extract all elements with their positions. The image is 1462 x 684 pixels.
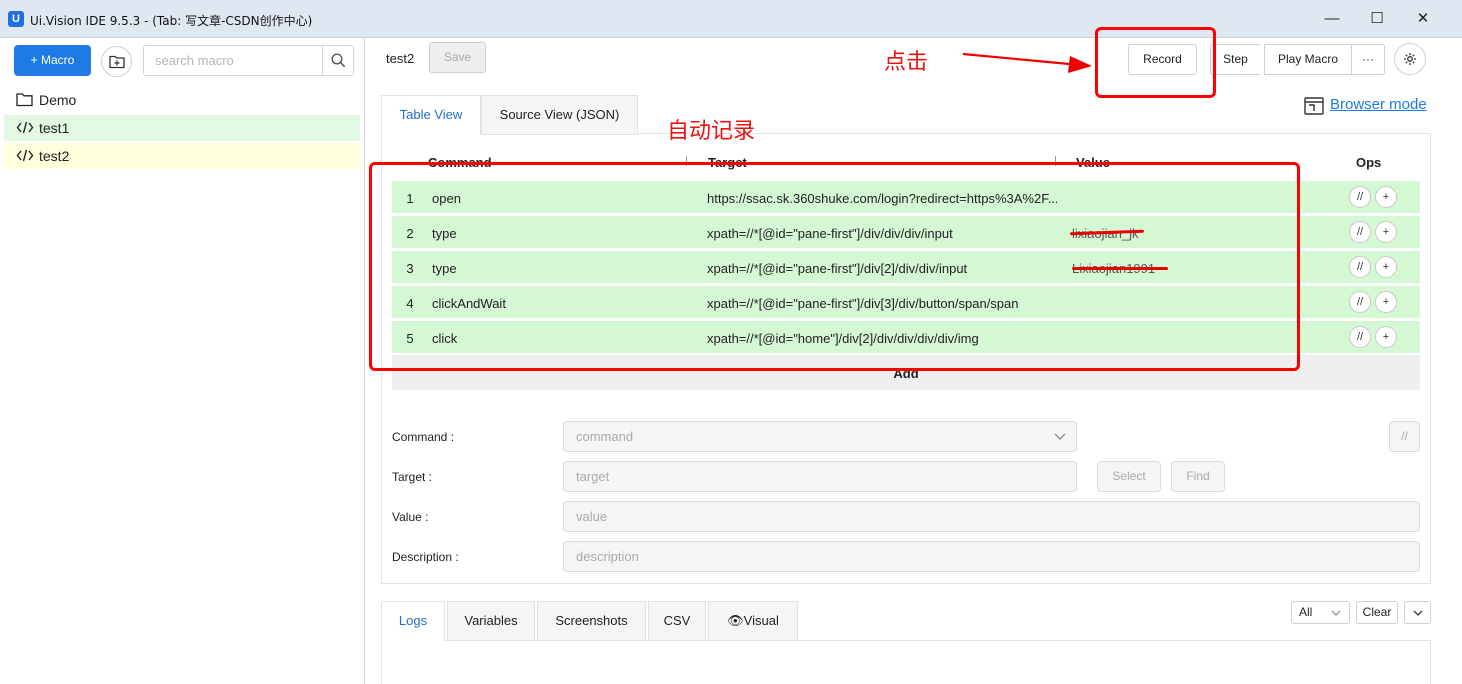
tree-item-test1[interactable]: test1: [4, 115, 360, 141]
tree-item-label: test2: [39, 148, 70, 164]
log-options-button[interactable]: [1404, 601, 1431, 624]
select-target-button[interactable]: Select: [1097, 461, 1161, 492]
tab-source-view[interactable]: Source View (JSON): [481, 95, 638, 135]
title-bar: U Ui.Vision IDE 9.5.3 - (Tab: 写文章-CSDN创作…: [0, 0, 1462, 38]
tab-table-view[interactable]: Table View: [381, 95, 481, 135]
log-panel: [381, 640, 1431, 684]
chevron-down-icon: [1331, 610, 1341, 616]
browser-mode-label: Browser mode: [1330, 96, 1427, 113]
more-options-button[interactable]: ···: [1351, 44, 1385, 75]
macro-sidebar: + Macro Demo test1 test2: [4, 38, 365, 684]
recorded-steps-highlight-box: [369, 162, 1300, 371]
browser-mode-link[interactable]: Browser mode: [1304, 96, 1427, 115]
gear-icon: [1404, 53, 1416, 65]
command-select[interactable]: command: [563, 421, 1077, 452]
log-filter-value: All: [1299, 605, 1313, 619]
tab-screenshots[interactable]: Screenshots: [537, 601, 646, 641]
insert-row-button[interactable]: +: [1375, 221, 1397, 243]
insert-row-button[interactable]: +: [1375, 186, 1397, 208]
value-input[interactable]: value: [563, 501, 1420, 532]
tree-item-label: Demo: [39, 92, 77, 108]
comment-row-button[interactable]: //: [1349, 256, 1371, 278]
search-icon[interactable]: [322, 46, 353, 75]
tab-variables[interactable]: Variables: [447, 601, 535, 641]
tab-logs[interactable]: Logs: [381, 601, 445, 641]
annotation-auto-record: 自动记录: [667, 119, 756, 144]
target-label: Target :: [392, 470, 433, 484]
eye-icon: 👁: [727, 613, 744, 628]
chevron-down-icon: [1054, 433, 1066, 440]
play-macro-button[interactable]: Play Macro: [1264, 44, 1352, 75]
description-input[interactable]: description: [563, 541, 1420, 572]
minimize-button[interactable]: —: [1322, 10, 1342, 28]
macro-name: test2: [386, 51, 415, 66]
chevron-down-icon: [1413, 610, 1423, 616]
close-button[interactable]: ✕: [1413, 10, 1433, 28]
target-input[interactable]: target: [563, 461, 1077, 492]
log-filter-select[interactable]: All: [1291, 601, 1350, 624]
comment-row-button[interactable]: //: [1349, 186, 1371, 208]
tab-visual[interactable]: 👁Visual: [708, 601, 798, 641]
step-button[interactable]: Step: [1210, 44, 1260, 75]
comment-row-button[interactable]: //: [1349, 221, 1371, 243]
command-placeholder: command: [576, 429, 634, 444]
comment-command-button[interactable]: //: [1389, 421, 1420, 452]
annotation-arrow: [962, 52, 1092, 73]
find-target-button[interactable]: Find: [1171, 461, 1225, 492]
save-button[interactable]: Save: [429, 42, 486, 73]
header-ops: Ops: [1356, 155, 1382, 170]
tree-item-demo[interactable]: Demo: [4, 87, 360, 113]
new-macro-button[interactable]: + Macro: [14, 45, 91, 76]
tab-csv[interactable]: CSV: [648, 601, 706, 641]
command-label: Command :: [392, 430, 455, 444]
comment-row-button[interactable]: //: [1349, 291, 1371, 313]
code-icon: [16, 121, 34, 134]
tree-item-label: test1: [39, 120, 70, 136]
clear-logs-button[interactable]: Clear: [1356, 601, 1398, 624]
annotation-click: 点击: [884, 50, 929, 75]
insert-row-button[interactable]: +: [1375, 326, 1397, 348]
maximize-button[interactable]: ☐: [1367, 10, 1387, 28]
description-label: Description :: [392, 550, 459, 564]
insert-row-button[interactable]: +: [1375, 256, 1397, 278]
tree-item-test2[interactable]: test2: [4, 143, 360, 169]
folder-icon: [16, 93, 33, 107]
app-logo: U: [8, 11, 24, 27]
record-highlight-box: [1095, 27, 1216, 98]
code-icon: [16, 149, 34, 162]
comment-row-button[interactable]: //: [1349, 326, 1371, 348]
insert-row-button[interactable]: +: [1375, 291, 1397, 313]
browser-window-icon: [1304, 97, 1324, 115]
new-folder-button[interactable]: [101, 46, 132, 77]
folder-plus-icon: [109, 55, 125, 69]
tab-visual-label: Visual: [743, 613, 779, 628]
window-title: Ui.Vision IDE 9.5.3 - (Tab: 写文章-CSDN创作中心…: [30, 14, 313, 28]
settings-button[interactable]: [1394, 43, 1426, 75]
value-label: Value :: [392, 510, 429, 524]
